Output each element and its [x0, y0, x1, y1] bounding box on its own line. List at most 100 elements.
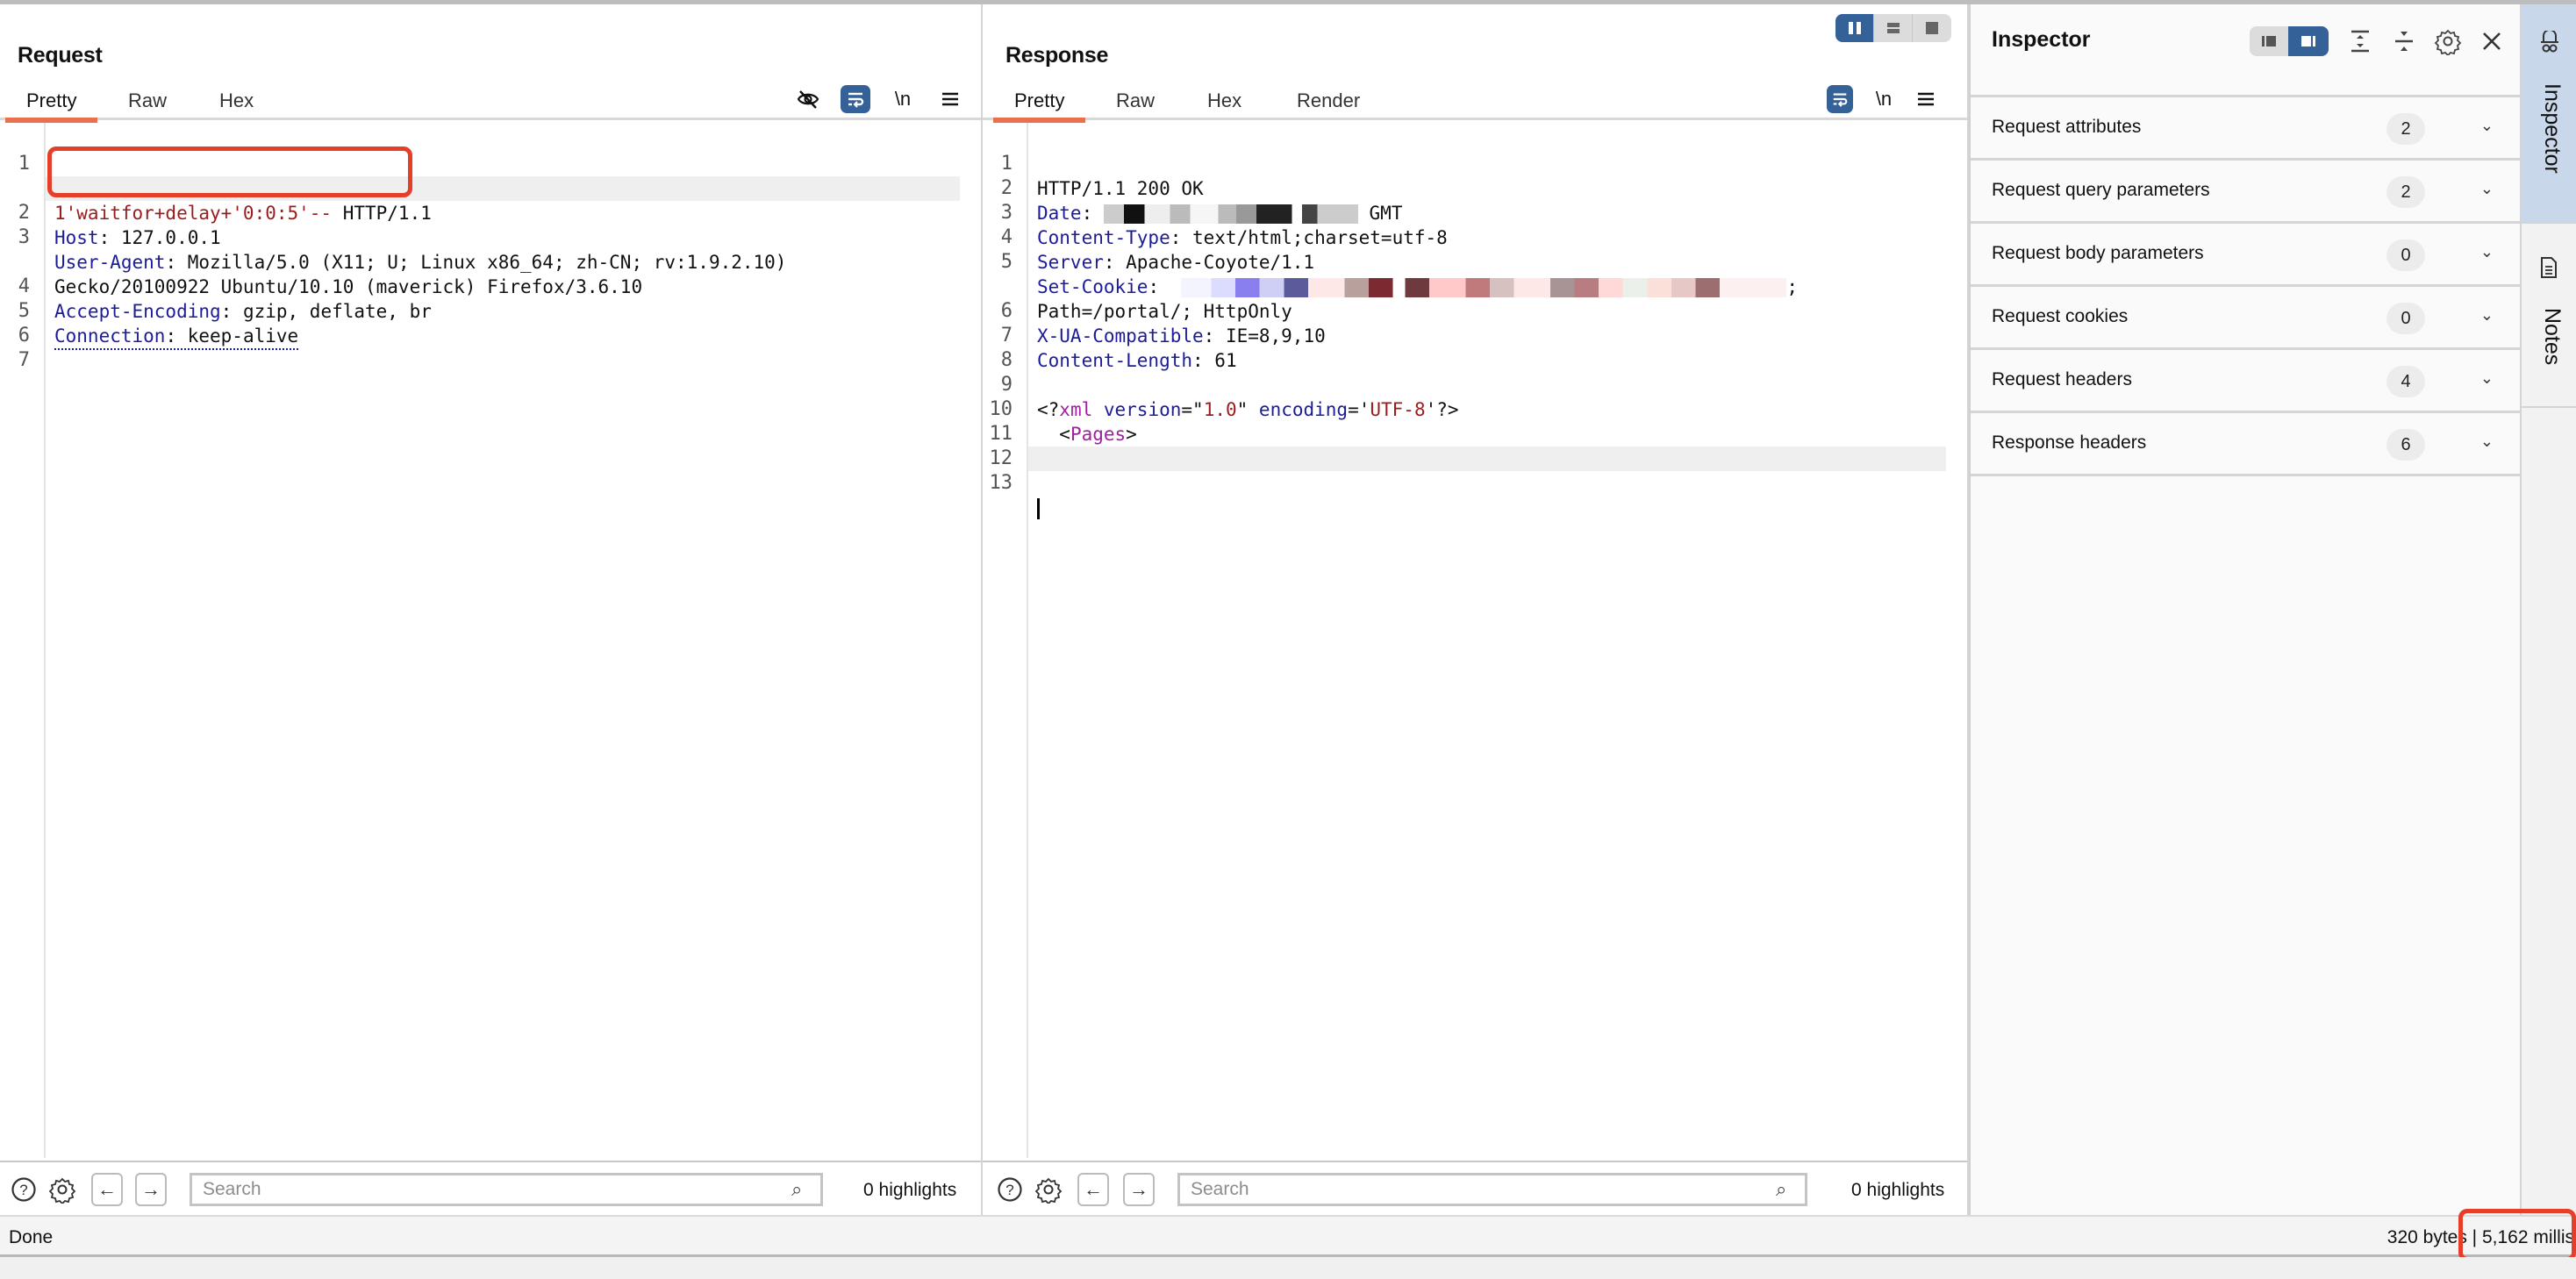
- chevron-down-icon: ⌄: [2479, 306, 2494, 324]
- expand-all-icon[interactable]: [2346, 27, 2374, 55]
- request-pane: Request Pretty Raw Hex \n 1 GET /portal/…: [0, 4, 983, 1215]
- request-editor[interactable]: 1 GET /portal/pt/servlet/pagesServlet/do…: [0, 123, 981, 1158]
- request-line: 5 Connection: keep-alive: [0, 275, 960, 350]
- side-tab-inspector[interactable]: Inspector: [2522, 4, 2576, 224]
- menu-icon[interactable]: [935, 85, 965, 113]
- request-line: 3 User-Agent: Mozilla/5.0 (X11; U; Linux…: [18, 226, 787, 273]
- hide-nonprinting-icon[interactable]: [793, 85, 823, 113]
- newline-toggle-icon[interactable]: \n: [1869, 85, 1899, 113]
- response-editor[interactable]: 1 HTTP/1.1 200 OK 2 Date: GMT 3 Content-…: [983, 123, 1967, 1158]
- response-line: 9 <?xml version="1.0" encoding='UTF-8'?>: [1000, 374, 1459, 420]
- svg-text:?: ?: [19, 1182, 27, 1198]
- inspector-section-request-headers[interactable]: Request headers 4 ⌄: [1971, 350, 2520, 413]
- side-tab-bar: Inspector Notes: [2520, 4, 2576, 1215]
- inspector-panel: Inspector Request attributes 2 ⌄ Request…: [1969, 4, 2520, 1215]
- word-wrap-icon[interactable]: [1827, 85, 1853, 113]
- response-line-current: 13: [990, 447, 1946, 519]
- request-line: 7: [18, 349, 30, 371]
- bottom-panel-strip: [0, 1257, 2576, 1279]
- chevron-down-icon: ⌄: [2479, 369, 2494, 387]
- chevron-down-icon: ⌄: [2479, 432, 2494, 450]
- response-line: 10 <Pages>: [989, 398, 1137, 445]
- response-pane: Response Pretty Raw Hex Render \n 1 HTTP…: [983, 4, 1969, 1215]
- text-cursor: [1037, 498, 1040, 519]
- response-line: 7 Content-Length: 61: [1000, 325, 1237, 371]
- status-text: Done: [9, 1227, 54, 1247]
- side-tab-notes[interactable]: Notes: [2522, 224, 2576, 408]
- response-size-and-time: 320 bytes | 5,162 millis: [2386, 1227, 2574, 1247]
- layout-side-by-side-button[interactable]: [1835, 14, 1874, 42]
- response-highlights-count: 0 highlights: [1851, 1180, 1945, 1200]
- newline-toggle-icon[interactable]: \n: [888, 85, 918, 113]
- inspector-section-body-parameters[interactable]: Request body parameters 0 ⌄: [1971, 224, 2520, 287]
- layout-single-button[interactable]: [1913, 14, 1951, 42]
- inspector-dock-right-button[interactable]: [2288, 26, 2329, 56]
- inspector-settings-icon[interactable]: [2434, 27, 2462, 57]
- search-icon: ⌕: [1776, 1178, 1787, 1200]
- close-inspector-icon[interactable]: [2478, 27, 2506, 55]
- request-editor-toolbar: \n: [793, 82, 969, 117]
- inspector-dock-left-button[interactable]: [2250, 26, 2288, 56]
- response-line: 1 HTTP/1.1 200 OK: [1000, 153, 1204, 199]
- response-line: 6 X-UA-Compatible: IE=8,9,10: [1000, 300, 1326, 347]
- response-line: 8: [1000, 349, 1013, 371]
- section-count-badge: 6: [2386, 429, 2425, 461]
- next-match-button[interactable]: →: [135, 1173, 167, 1206]
- request-tab-raw[interactable]: Raw: [128, 82, 167, 120]
- collapse-all-icon[interactable]: [2390, 27, 2418, 55]
- response-tab-pretty[interactable]: Pretty: [992, 82, 1087, 123]
- request-tab-hex[interactable]: Hex: [219, 82, 254, 120]
- previous-match-button[interactable]: ←: [1077, 1173, 1109, 1206]
- inspector-layout-toggle: [2250, 26, 2329, 56]
- response-search-bar: ? ← → ⌕ 0 highlights: [983, 1161, 1967, 1215]
- word-wrap-icon[interactable]: [841, 85, 870, 113]
- inspector-section-query-parameters[interactable]: Request query parameters 2 ⌄: [1971, 161, 2520, 224]
- inspector-header: Inspector: [1971, 4, 2520, 97]
- request-highlights-count: 0 highlights: [863, 1180, 957, 1200]
- response-line: 3 Content-Type: text/html;charset=utf-8: [1000, 202, 1448, 248]
- status-bar: Done 320 bytes | 5,162 millis: [0, 1215, 2576, 1257]
- request-line: Gecko/20100922 Ubuntu/10.10 (maverick) F…: [54, 276, 643, 297]
- response-editor-toolbar: \n: [1827, 82, 1958, 117]
- help-icon[interactable]: ?: [995, 1175, 1025, 1204]
- notes-icon: [2539, 255, 2558, 285]
- inspector-section-request-attributes[interactable]: Request attributes 2 ⌄: [1971, 97, 2520, 161]
- response-tab-raw[interactable]: Raw: [1116, 82, 1155, 120]
- response-line: Path=/portal/; HttpOnly: [1037, 301, 1292, 322]
- layout-top-bottom-button[interactable]: [1874, 14, 1913, 42]
- section-count-badge: 4: [2386, 366, 2425, 397]
- previous-match-button[interactable]: ←: [91, 1173, 123, 1206]
- request-tab-pretty[interactable]: Pretty: [4, 82, 99, 123]
- settings-icon[interactable]: [1034, 1175, 1063, 1204]
- layout-toggle: [1835, 14, 1951, 42]
- settings-icon[interactable]: [47, 1175, 77, 1204]
- response-tab-render[interactable]: Render: [1297, 82, 1360, 120]
- next-match-button[interactable]: →: [1123, 1173, 1155, 1206]
- help-icon[interactable]: ?: [9, 1175, 39, 1204]
- svg-text:?: ?: [1005, 1182, 1013, 1198]
- response-line: 5 Set-Cookie: ;: [1000, 251, 1799, 297]
- chevron-down-icon: ⌄: [2479, 243, 2494, 261]
- response-search-input[interactable]: [1177, 1173, 1807, 1206]
- request-line-current: 2 Host: 127.0.0.1: [18, 176, 960, 248]
- request-line: 1'waitfor+delay+'0:0:5'-- HTTP/1.1: [54, 203, 432, 224]
- inspector-title: Inspector: [1992, 27, 2091, 52]
- section-count-badge: 2: [2386, 113, 2425, 145]
- response-line: 4 Server: Apache-Coyote/1.1: [1000, 226, 1315, 273]
- request-title: Request: [18, 43, 103, 68]
- inspector-section-request-cookies[interactable]: Request cookies 0 ⌄: [1971, 287, 2520, 350]
- chevron-down-icon: ⌄: [2479, 180, 2494, 197]
- response-line: 12: [989, 447, 1013, 469]
- request-search-input[interactable]: [190, 1173, 823, 1206]
- request-line: 1 GET /portal/pt/servlet/pagesServlet/do…: [0, 127, 960, 199]
- response-tab-hex[interactable]: Hex: [1207, 82, 1241, 120]
- response-title: Response: [1005, 43, 1109, 68]
- inspector-section-response-headers[interactable]: Response headers 6 ⌄: [1971, 413, 2520, 476]
- request-line: 4 Accept-Encoding: gzip, deflate, br: [18, 275, 432, 322]
- inspector-icon: [2539, 29, 2560, 59]
- response-line: 2 Date: GMT: [1000, 177, 1403, 224]
- section-count-badge: 0: [2386, 303, 2425, 334]
- request-search-bar: ? ← → ⌕ 0 highlights: [0, 1161, 981, 1215]
- menu-icon[interactable]: [1911, 85, 1941, 113]
- section-count-badge: 0: [2386, 239, 2425, 271]
